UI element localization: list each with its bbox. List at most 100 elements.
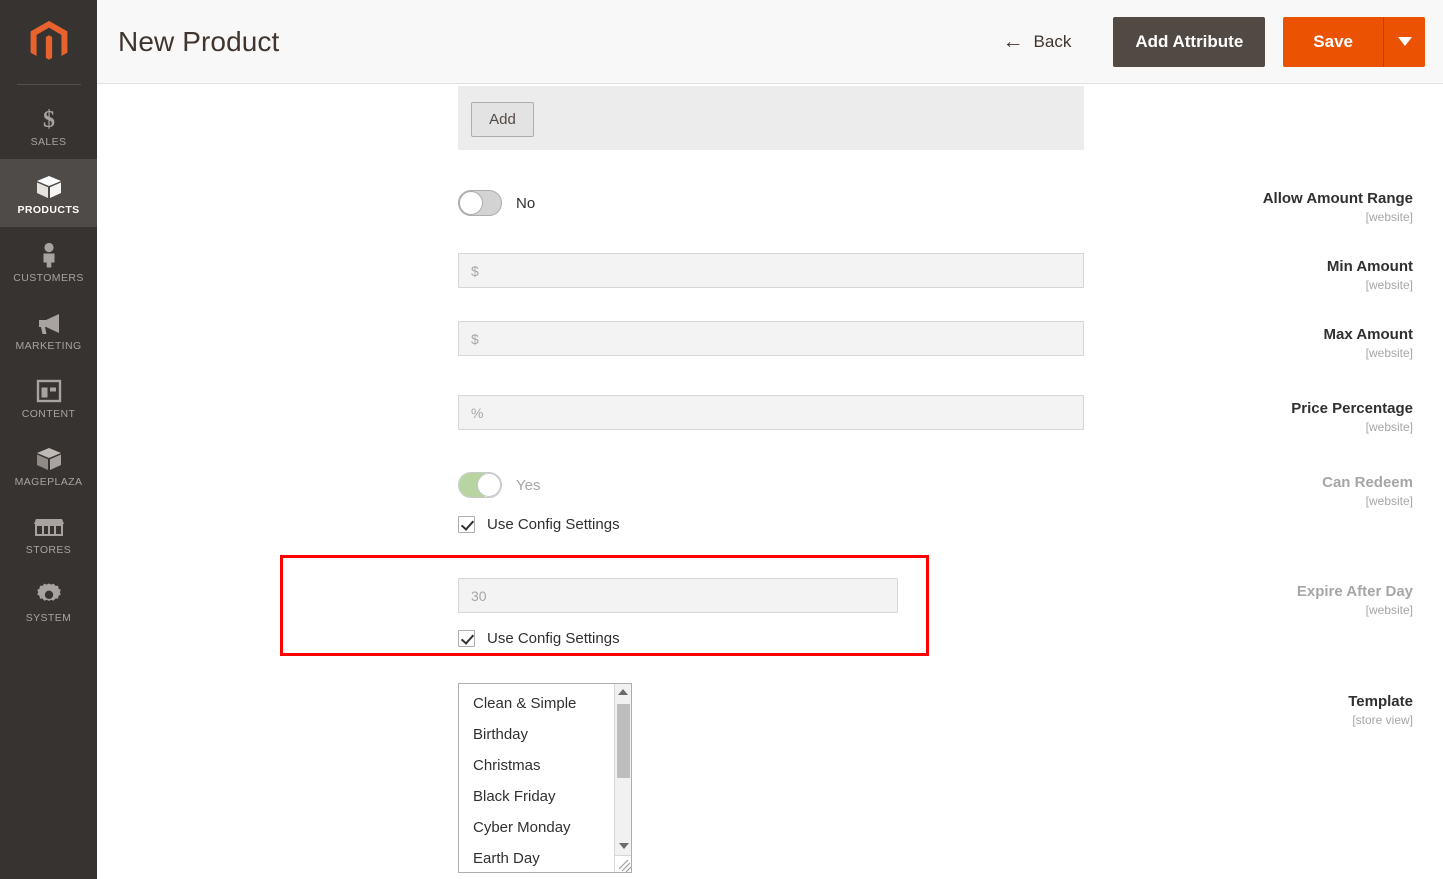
list-item[interactable]: Cyber Monday <box>459 812 613 843</box>
field-label: Allow Amount Range [website] <box>1113 190 1443 225</box>
sidebar-item-label: SYSTEM <box>25 611 72 624</box>
back-button-label: Back <box>1033 31 1072 51</box>
sidebar-item-products[interactable]: PRODUCTS <box>0 159 97 227</box>
scroll-up-arrow-icon[interactable] <box>615 684 631 700</box>
scrollbar-thumb[interactable] <box>617 704 630 778</box>
field-label: Price Percentage [website] <box>1113 400 1443 435</box>
field-label-text: Min Amount <box>1326 258 1413 275</box>
save-button-group: Save <box>1283 16 1425 67</box>
field-scope: [website] <box>1365 346 1413 360</box>
field-scope: [website] <box>1365 210 1413 224</box>
template-listbox-options: Clean & Simple Birthday Christmas Black … <box>459 684 613 872</box>
storefront-icon <box>33 513 64 541</box>
triangle-up-icon <box>618 689 628 695</box>
field-label: Template [store view] <box>1113 693 1443 728</box>
sidebar-item-system[interactable]: SYSTEM <box>0 567 97 635</box>
gear-icon <box>36 581 62 609</box>
sidebar-item-sales[interactable]: $ SALES <box>0 91 97 159</box>
resize-grip-icon[interactable] <box>614 855 631 872</box>
sidebar-item-label: SALES <box>30 135 67 148</box>
magento-logo-icon <box>30 20 67 60</box>
list-item[interactable]: Earth Day <box>459 843 613 872</box>
expire-after-day-input[interactable] <box>458 578 898 613</box>
field-control: Clean & Simple Birthday Christmas Black … <box>458 683 632 873</box>
sidebar-item-stores[interactable]: STORES <box>0 499 97 567</box>
use-config-settings-label: Use Config Settings <box>487 516 620 533</box>
dollar-icon: $ <box>38 105 60 133</box>
toggle-state-label: No <box>516 194 536 212</box>
chevron-down-icon <box>1397 37 1412 46</box>
admin-sidebar: $ SALES PRODUCTS CUSTOMERS MARKETING CON… <box>0 0 97 879</box>
magento-admin-page: $ SALES PRODUCTS CUSTOMERS MARKETING CON… <box>0 0 1443 879</box>
field-label-text: Allow Amount Range <box>1262 190 1413 207</box>
box-icon <box>35 173 63 201</box>
field-control <box>458 395 1084 430</box>
megaphone-icon <box>35 309 63 337</box>
box-icon <box>35 445 63 473</box>
save-button[interactable]: Save <box>1283 16 1383 67</box>
allow-amount-range-toggle-wrap: No <box>458 190 535 216</box>
use-config-settings-label: Use Config Settings <box>487 630 620 647</box>
list-item[interactable]: Black Friday <box>459 781 613 812</box>
sidebar-item-label: MARKETING <box>15 339 82 352</box>
field-label-text: Expire After Day <box>1296 583 1413 600</box>
page-title: New Product <box>118 25 280 57</box>
field-label: Max Amount [website] <box>1113 326 1443 361</box>
field-label-text: Template <box>1348 693 1413 710</box>
sidebar-item-label: MAGEPLAZA <box>14 475 83 488</box>
field-scope: [website] <box>1365 603 1413 617</box>
sidebar-item-customers[interactable]: CUSTOMERS <box>0 227 97 295</box>
sidebar-item-label: CUSTOMERS <box>13 271 84 284</box>
use-config-settings-checkbox[interactable] <box>458 516 475 533</box>
sidebar-item-content[interactable]: CONTENT <box>0 363 97 431</box>
magento-logo[interactable] <box>0 0 97 84</box>
header-actions: ← Back Add Attribute Save <box>1003 0 1443 83</box>
min-amount-input[interactable] <box>458 253 1084 288</box>
template-listbox-scrollbar[interactable] <box>614 684 631 872</box>
field-label: Expire After Day [website] <box>1113 583 1443 618</box>
layout-icon <box>36 377 62 405</box>
sidebar-item-label: PRODUCTS <box>17 203 80 216</box>
list-item[interactable]: Christmas <box>459 750 613 781</box>
can-redeem-use-config-checkbox-wrap[interactable]: Use Config Settings <box>458 516 620 533</box>
max-amount-input[interactable] <box>458 321 1084 356</box>
field-scope: [website] <box>1365 420 1413 434</box>
field-scope: [website] <box>1365 278 1413 292</box>
product-form: Add Allow Amount Range [website] No Min … <box>97 85 1443 879</box>
sidebar-item-label: STORES <box>25 543 72 556</box>
allow-amount-range-toggle[interactable] <box>458 190 502 216</box>
field-label: Min Amount [website] <box>1113 258 1443 293</box>
can-redeem-toggle-wrap: Yes <box>458 472 620 498</box>
toggle-state-label: Yes <box>516 476 541 494</box>
field-control <box>458 321 1084 356</box>
field-control <box>458 253 1084 288</box>
svg-text:$: $ <box>43 107 55 132</box>
sidebar-item-marketing[interactable]: MARKETING <box>0 295 97 363</box>
person-icon <box>38 241 60 269</box>
back-button[interactable]: ← Back <box>1003 31 1072 52</box>
field-control: Use Config Settings <box>458 578 898 647</box>
sidebar-item-mageplaza[interactable]: MAGEPLAZA <box>0 431 97 499</box>
dynamic-rows-panel: Add <box>458 86 1084 150</box>
page-header: New Product ← Back Add Attribute Save <box>97 0 1443 84</box>
toggle-knob <box>477 473 501 497</box>
arrow-left-icon: ← <box>1002 30 1024 53</box>
list-item[interactable]: Birthday <box>459 719 613 750</box>
expire-after-day-use-config-checkbox-wrap[interactable]: Use Config Settings <box>458 630 898 647</box>
can-redeem-toggle[interactable] <box>458 472 502 498</box>
add-button[interactable]: Add <box>471 102 534 137</box>
list-item[interactable]: Clean & Simple <box>459 688 613 719</box>
save-dropdown-button[interactable] <box>1383 16 1425 67</box>
triangle-down-icon <box>618 843 629 849</box>
field-label-text: Can Redeem <box>1322 474 1413 491</box>
price-percentage-input[interactable] <box>458 395 1084 430</box>
scroll-down-arrow-icon[interactable] <box>615 838 631 854</box>
add-attribute-button[interactable]: Add Attribute <box>1113 16 1266 67</box>
field-label-text: Max Amount <box>1323 326 1413 343</box>
use-config-settings-checkbox[interactable] <box>458 630 475 647</box>
toggle-knob <box>459 191 483 215</box>
field-label-text: Price Percentage <box>1291 400 1413 417</box>
sidebar-item-label: CONTENT <box>21 407 76 420</box>
sidebar-divider <box>16 84 81 85</box>
template-listbox[interactable]: Clean & Simple Birthday Christmas Black … <box>458 683 632 873</box>
